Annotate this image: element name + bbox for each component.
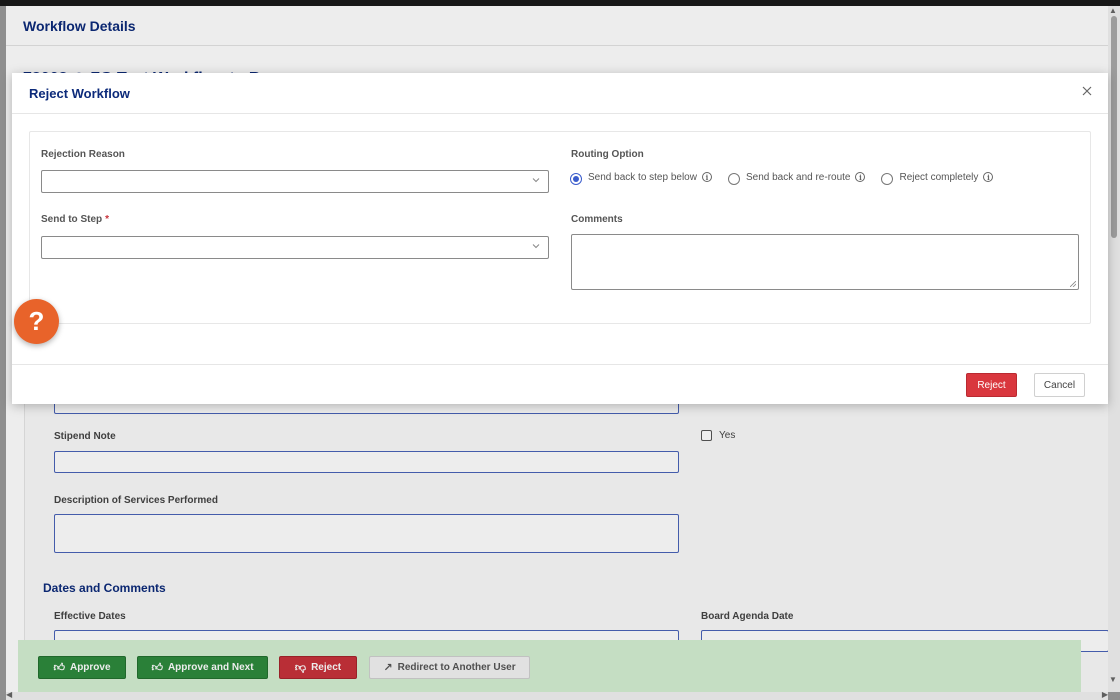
modal-header: Reject Workflow: [12, 73, 1108, 114]
reject-button[interactable]: Reject: [966, 373, 1017, 397]
info-icon[interactable]: i: [983, 172, 994, 182]
info-icon[interactable]: i: [855, 172, 866, 182]
rejection-reason-label: Rejection Reason: [41, 149, 125, 160]
routing-option-group: Send back to step below i Send back and …: [570, 169, 1009, 185]
routing-option-reject-completely[interactable]: Reject completely i: [881, 170, 994, 185]
send-to-step-select[interactable]: [41, 236, 549, 259]
chevron-down-icon: [532, 244, 540, 249]
radio-selected-icon[interactable]: [570, 172, 582, 185]
routing-option-label-1: Send back and re-route: [745, 171, 851, 183]
help-button[interactable]: ?: [14, 299, 59, 344]
required-asterisk: *: [105, 214, 110, 225]
comments-label: Comments: [571, 214, 623, 225]
reject-workflow-modal: Reject Workflow Rejection Reason Send to…: [12, 73, 1108, 404]
comments-textarea[interactable]: [571, 234, 1079, 290]
routing-option-label-0: Send back to step below: [588, 171, 697, 183]
resize-grip-icon[interactable]: [1070, 281, 1076, 287]
modal-footer: Reject Cancel: [12, 364, 1108, 404]
info-icon[interactable]: i: [701, 172, 712, 182]
routing-option-label: Routing Option: [571, 149, 644, 160]
send-to-step-text: Send to Step: [41, 214, 103, 225]
reject-form-card: Rejection Reason Send to Step * Routing O…: [29, 131, 1091, 324]
chevron-down-icon: [532, 178, 540, 183]
send-to-step-label: Send to Step *: [41, 214, 109, 225]
routing-option-label-2: Reject completely: [899, 171, 979, 183]
routing-option-send-back[interactable]: Send back to step below i: [570, 170, 712, 185]
close-icon[interactable]: [1080, 84, 1094, 98]
routing-option-reroute[interactable]: Send back and re-route i: [727, 170, 866, 185]
radio-unselected-icon[interactable]: [727, 172, 740, 185]
modal-title: Reject Workflow: [29, 86, 130, 101]
radio-unselected-icon[interactable]: [881, 172, 894, 185]
rejection-reason-select[interactable]: [41, 170, 549, 193]
cancel-button[interactable]: Cancel: [1034, 373, 1085, 397]
